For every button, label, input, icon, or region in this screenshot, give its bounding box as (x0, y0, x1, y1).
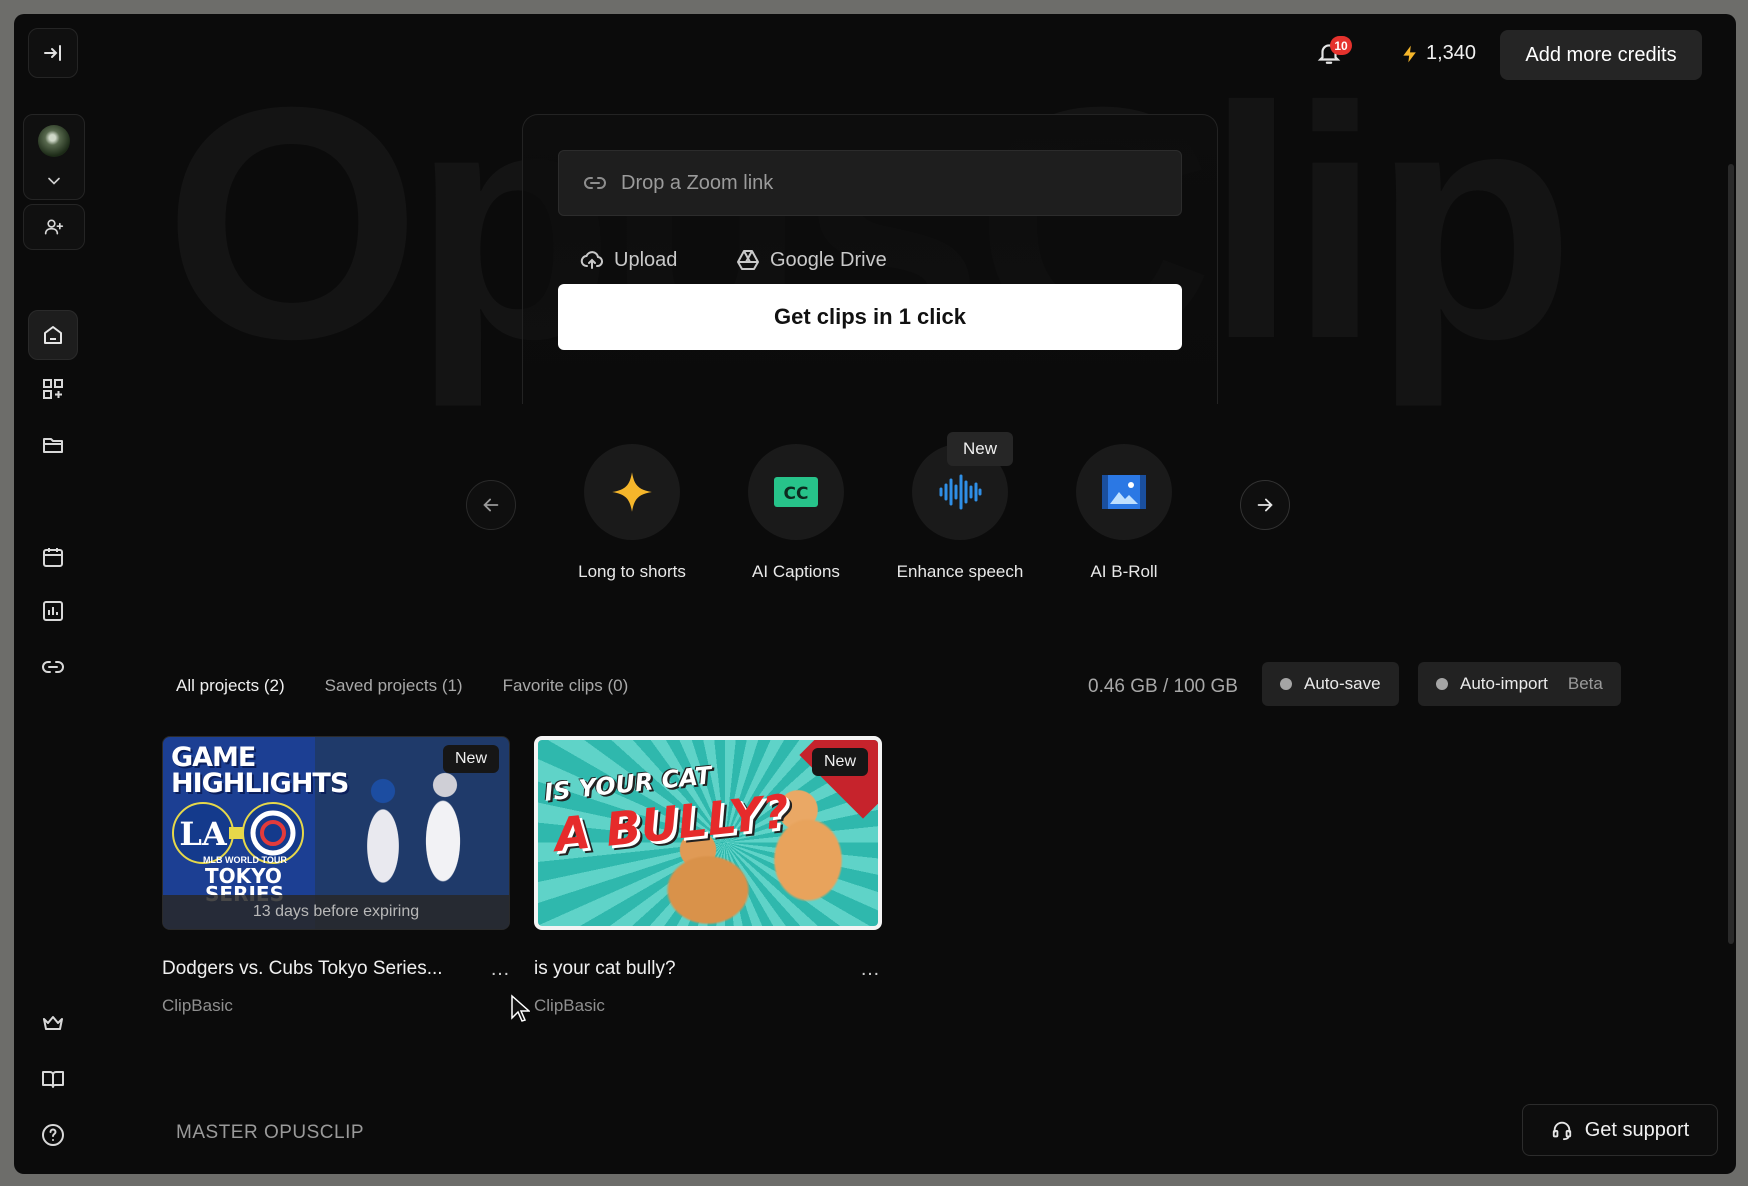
workspace-switcher[interactable] (23, 114, 85, 200)
google-drive-icon (737, 250, 759, 270)
folder-icon (43, 438, 63, 453)
sparkle-icon (612, 472, 652, 512)
tool-label: Enhance speech (896, 562, 1024, 581)
tool-icon-circle (584, 444, 680, 540)
new-badge: New (947, 432, 1013, 466)
carousel-prev-button[interactable] (466, 480, 516, 530)
get-clips-button[interactable]: Get clips in 1 click (558, 284, 1182, 350)
project-template: ClipBasic (534, 996, 605, 1015)
crown-icon (43, 1016, 63, 1030)
zoom-link-input[interactable] (621, 171, 1121, 195)
tool-icon-circle (1076, 444, 1172, 540)
auto-import-label: Auto-import (1460, 674, 1548, 693)
help-icon (42, 1124, 64, 1146)
tab-favorite-clips[interactable]: Favorite clips (0) (503, 676, 629, 696)
thumbnail-caption: MLB WORLD TOUR (203, 855, 287, 865)
zoom-link-field[interactable] (558, 150, 1182, 216)
get-support-button[interactable]: Get support (1522, 1104, 1718, 1156)
link-icon (42, 661, 64, 673)
carousel-next-button[interactable] (1240, 480, 1290, 530)
project-template: ClipBasic (162, 996, 233, 1015)
credits-balance[interactable]: 1,340 (1400, 42, 1476, 65)
tool-long-to-shorts[interactable]: Long to shorts (552, 444, 712, 582)
mouse-cursor-icon (511, 994, 530, 1022)
notification-count-badge: 10 (1330, 36, 1352, 55)
collapse-sidebar-button[interactable] (28, 28, 78, 78)
sidebar-item-create[interactable] (28, 364, 78, 414)
thumbnail-headline: GAME HIGHLIGHTS (171, 742, 349, 799)
cc-icon: CC (774, 477, 818, 507)
cloud-upload-icon (580, 251, 604, 269)
new-badge: New (811, 748, 868, 776)
waveform-icon (939, 474, 982, 510)
collapse-icon (44, 45, 61, 61)
toggle-dot (1280, 678, 1292, 690)
project-thumbnail[interactable]: IS YOUR CAT A BULLY? New (534, 736, 882, 930)
more-options-button[interactable]: … (490, 958, 511, 981)
tool-ai-b-roll[interactable]: AI B-Roll (1044, 444, 1204, 582)
tab-all-projects[interactable]: All projects (2) (176, 676, 285, 696)
players-image (323, 751, 503, 901)
add-credits-button[interactable]: Add more credits (1500, 30, 1702, 80)
add-user-icon (44, 219, 64, 235)
sidebar-item-tutorials[interactable] (28, 1054, 78, 1104)
headset-icon (1552, 1121, 1571, 1141)
sidebar-item-analytics[interactable] (28, 586, 78, 636)
new-badge: New (442, 745, 499, 773)
calendar-icon (43, 548, 63, 567)
project-thumbnail[interactable]: GAME HIGHLIGHTS LA TOKYO SERIES MLB WORL… (162, 736, 510, 930)
svg-text:LA: LA (179, 815, 228, 853)
tool-label: Long to shorts (578, 562, 686, 581)
sidebar-item-calendar[interactable] (28, 532, 78, 582)
bar-chart-icon (43, 601, 63, 621)
tool-label: AI Captions (752, 562, 840, 581)
grid-plus-icon (43, 379, 63, 399)
book-icon (42, 1071, 64, 1088)
google-drive-label: Google Drive (770, 248, 887, 271)
tab-saved-projects[interactable]: Saved projects (1) (325, 676, 463, 696)
project-title[interactable]: Dodgers vs. Cubs Tokyo Series... (162, 958, 443, 980)
auto-save-label: Auto-save (1304, 674, 1381, 693)
tool-icon-circle: CC (748, 444, 844, 540)
expiry-note: 13 days before expiring (163, 895, 509, 929)
app-window: OpusClip 10 1,340 Add mor (14, 14, 1736, 1174)
tool-ai-captions[interactable]: CC AI Captions (716, 444, 876, 582)
scrollbar[interactable] (1728, 164, 1734, 944)
credits-value: 1,340 (1426, 42, 1477, 64)
storage-usage: 0.46 GB / 100 GB (1088, 676, 1238, 697)
upload-label: Upload (614, 248, 678, 271)
upload-button[interactable]: Upload (580, 248, 677, 272)
image-film-icon (1102, 475, 1146, 509)
sidebar-item-help[interactable] (28, 1110, 78, 1160)
chevron-down-icon (48, 177, 60, 185)
home-icon (44, 326, 62, 344)
arrow-left-icon (483, 498, 499, 512)
sidebar-item-projects[interactable] (28, 420, 78, 470)
svg-text:CC: CC (784, 484, 809, 504)
get-support-label: Get support (1584, 1118, 1690, 1141)
tool-label: AI B-Roll (1090, 562, 1158, 581)
more-options-button[interactable]: … (860, 958, 881, 981)
auto-save-toggle[interactable]: Auto-save (1262, 662, 1399, 706)
arrow-right-icon (1257, 498, 1273, 512)
lightning-icon (1403, 45, 1416, 62)
sidebar-item-plans[interactable] (28, 998, 78, 1048)
google-drive-button[interactable]: Google Drive (736, 248, 887, 272)
sidebar-item-links[interactable] (28, 642, 78, 692)
section-title: MASTER OPUSCLIP (176, 1122, 365, 1143)
sidebar-item-home[interactable] (28, 310, 78, 360)
link-icon (584, 177, 606, 189)
project-title[interactable]: is your cat bully? (534, 958, 676, 980)
avatar (38, 125, 70, 157)
toggle-dot (1436, 678, 1448, 690)
auto-import-toggle[interactable]: Auto-import Beta (1418, 662, 1621, 706)
project-tabs: All projects (2) Saved projects (1) Favo… (176, 676, 628, 696)
beta-badge: Beta (1567, 674, 1603, 693)
invite-member-button[interactable] (23, 204, 85, 250)
